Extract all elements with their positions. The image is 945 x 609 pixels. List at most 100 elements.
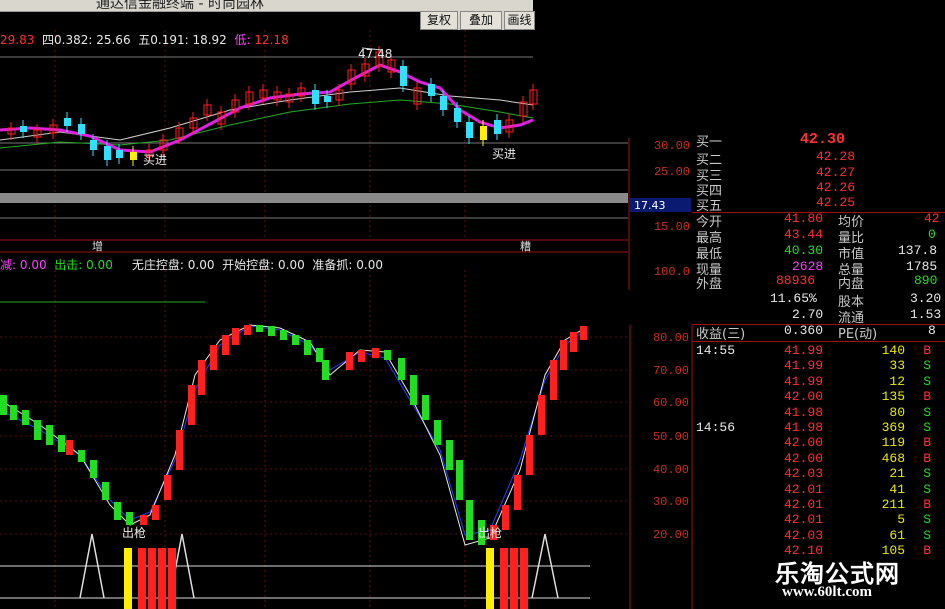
indicator-bar [304,340,311,355]
indicator-bar [372,348,379,358]
stat-high-value: 43.44 [784,227,824,242]
tick-row: 42.03 21 S [692,466,945,481]
tick-volume: 80 [889,404,905,420]
candle-body [64,118,71,126]
indicator-bar [102,482,109,500]
crosshair-band [0,193,628,203]
tick-volume: 140 [881,343,905,358]
tick-volume: 33 [889,358,905,374]
sub-axis-30: 30.00 [653,495,689,509]
indicator-bar [346,352,353,370]
tick-price: 42.01 [784,512,824,528]
tick-volume: 5 [897,512,905,528]
indicator-bar [560,340,567,370]
tick-volume: 211 [881,497,905,512]
watermark-url: www.60lt.com [782,584,872,600]
tick-row: 42.00 468 B [692,451,945,466]
bid-label-1: 买一 [696,135,723,150]
candle-body [130,152,137,160]
stat-ratio-value: 0 [928,227,936,242]
ind-value-d: 0.00 [278,258,305,272]
indicator-bar [358,350,365,362]
indicator-bars [0,325,587,545]
tick-price: 42.01 [784,497,824,512]
site-watermark: 乐淘公式网 www.60lt.com [760,552,945,609]
tick-price: 42.00 [784,435,824,451]
indicator-bar [90,460,97,478]
indicator-bar [384,350,391,360]
bid-price-1: 42.30 [800,131,846,148]
stat-inner-value: 890 [914,273,938,288]
extra-float-value: 1.53 [910,307,942,322]
tick-volume: 61 [889,527,905,543]
pe-label: PE(动) [838,327,878,342]
tick-volume: 12 [889,373,905,389]
sub-axis-60: 60.00 [653,396,689,410]
tick-price: 42.03 [784,466,824,482]
indicator-bar [322,360,329,380]
stat-outer-label: 外盘 [696,277,723,292]
indicator-bar [526,435,533,475]
tick-row: 41.98 80 S [692,405,945,420]
candle-body [312,90,319,104]
indicator-bar [514,475,521,510]
indicator-bar [176,430,183,470]
eps-value: 0.360 [784,323,824,338]
indicator-bar [210,345,217,370]
tick-row: 14:56 41.98 369 S [692,420,945,435]
bid-price-3: 42.27 [816,165,856,180]
tick-volume: 135 [881,389,905,405]
tick-side: S [923,420,931,435]
tick-side: S [923,527,931,543]
price-axis-30: 30.00 [654,139,690,153]
price-axis-25: 25.00 [654,165,690,179]
bid-price-4: 42.26 [816,180,856,195]
indicator-bar [58,435,65,452]
candle-body [116,150,123,158]
tick-price: 41.98 [784,420,824,435]
signal-bar [138,548,146,609]
tick-side: S [923,358,931,374]
indicator-bar [114,502,121,520]
indicator-bar [152,505,159,520]
signal-bar [510,548,518,609]
tick-side: S [923,481,931,497]
tick-row: 42.00 135 B [692,389,945,404]
tick-price: 42.00 [784,389,824,405]
ind-label-c: 无庄控盘: [131,258,184,272]
stat-open-value: 41.80 [784,211,824,226]
indicator-row: 减: 0.00 出击: 0.00 无庄控盘: 0.00 开始控盘: 0.00 准… [0,256,383,273]
indicator-bar [34,420,41,440]
indicator-bar [422,395,429,420]
ma-label-d: 低: [234,33,251,47]
stat-low-value: 40.30 [784,243,824,258]
tick-volume: 369 [881,420,905,435]
indicator-bar [164,475,171,500]
indicator-bar [456,460,463,500]
candle-body [440,96,447,110]
tick-side: B [923,497,931,512]
indicator-bar [140,515,147,525]
candle-body [20,126,27,132]
indicator-bar [0,395,7,415]
candle-body [494,120,501,134]
extra-shares-value: 3.20 [910,291,942,306]
stat-totvol-value: 1785 [906,259,938,274]
zeng-label: 增 [92,239,103,253]
tick-side: B [923,343,931,358]
indicator-bar [10,405,17,420]
ind-value-e: 0.00 [356,258,383,272]
indicator-bar [78,450,85,462]
gun-signal-2: 出枪 [478,525,502,540]
indicator-bar [434,420,441,445]
tick-side: B [923,389,931,405]
tick-volume: 21 [889,466,905,482]
tick-side: S [923,512,931,528]
indicator-bar [22,410,29,425]
tick-volume: 41 [889,481,905,497]
bid-price-2: 42.28 [816,149,856,164]
tick-row: 41.99 12 S [692,374,945,389]
ma-value-a: 29.83 [0,33,35,47]
signal-bar [520,548,528,609]
tick-row: 42.00 119 B [692,435,945,450]
